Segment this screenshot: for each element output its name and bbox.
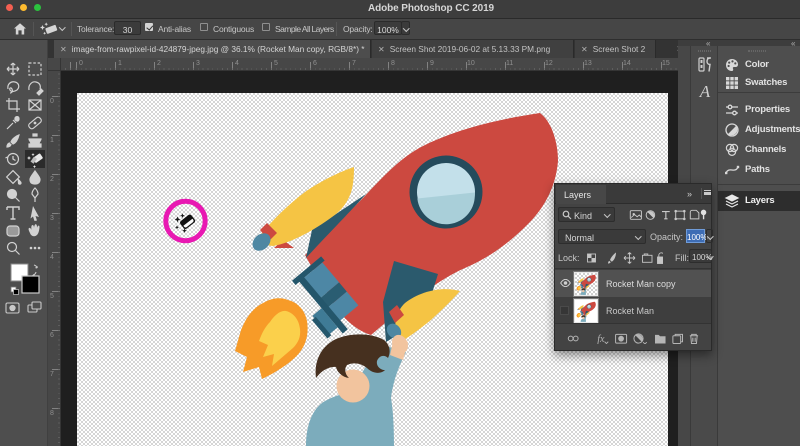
svg-text:A: A xyxy=(699,83,711,100)
svg-text:fx: fx xyxy=(597,334,605,344)
